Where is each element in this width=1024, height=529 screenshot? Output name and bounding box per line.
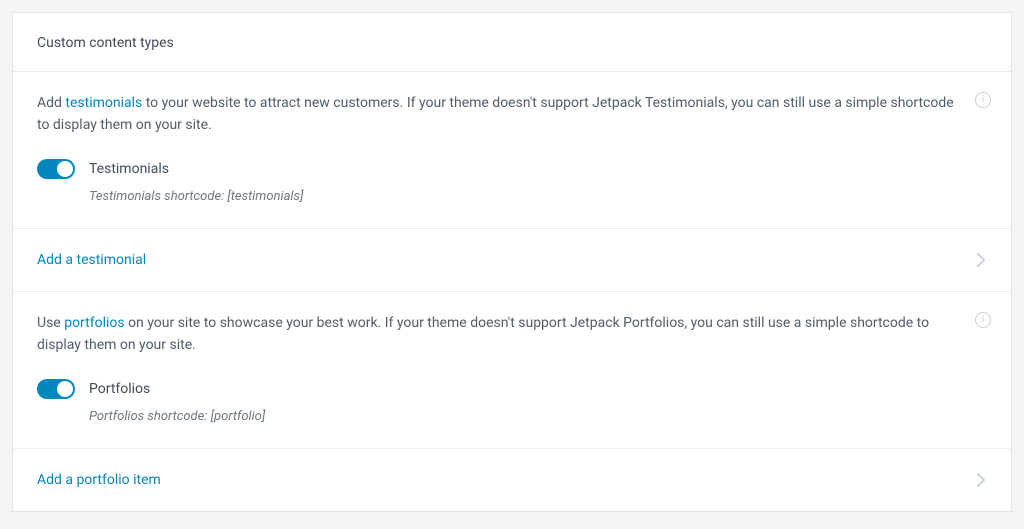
add-testimonial-link[interactable]: Add a testimonial xyxy=(13,229,1011,292)
testimonials-description: Add testimonials to your website to attr… xyxy=(37,92,957,137)
portfolios-toggle-row: Portfolios xyxy=(37,379,987,399)
portfolios-description: Use portfolios on your site to showcase … xyxy=(37,312,957,357)
testimonials-link[interactable]: testimonials xyxy=(65,95,142,111)
testimonials-toggle-row: Testimonials xyxy=(37,159,987,179)
testimonials-toggle[interactable] xyxy=(37,159,75,179)
card-title: Custom content types xyxy=(37,35,174,51)
add-testimonial-label: Add a testimonial xyxy=(37,252,146,268)
desc-pre: Add xyxy=(37,95,65,111)
info-icon[interactable]: i xyxy=(975,92,991,108)
info-icon[interactable]: i xyxy=(975,312,991,328)
custom-content-card: Custom content types i Add testimonials … xyxy=(12,12,1012,512)
add-portfolio-label: Add a portfolio item xyxy=(37,472,161,488)
portfolios-section: i Use portfolios on your site to showcas… xyxy=(13,292,1011,449)
chevron-right-icon xyxy=(975,251,987,269)
testimonials-toggle-label: Testimonials xyxy=(89,161,169,177)
desc-pre: Use xyxy=(37,315,64,331)
add-portfolio-link[interactable]: Add a portfolio item xyxy=(13,449,1011,511)
portfolios-link[interactable]: portfolios xyxy=(64,315,124,331)
card-header: Custom content types xyxy=(13,13,1011,72)
portfolios-toggle-label: Portfolios xyxy=(89,381,150,397)
portfolios-shortcode-hint: Portfolios shortcode: [portfolio] xyxy=(89,409,987,424)
portfolios-toggle[interactable] xyxy=(37,379,75,399)
desc-post: to your website to attract new customers… xyxy=(37,95,954,133)
chevron-right-icon xyxy=(975,471,987,489)
testimonials-shortcode-hint: Testimonials shortcode: [testimonials] xyxy=(89,189,987,204)
testimonials-section: i Add testimonials to your website to at… xyxy=(13,72,1011,229)
desc-post: on your site to showcase your best work.… xyxy=(37,315,929,353)
